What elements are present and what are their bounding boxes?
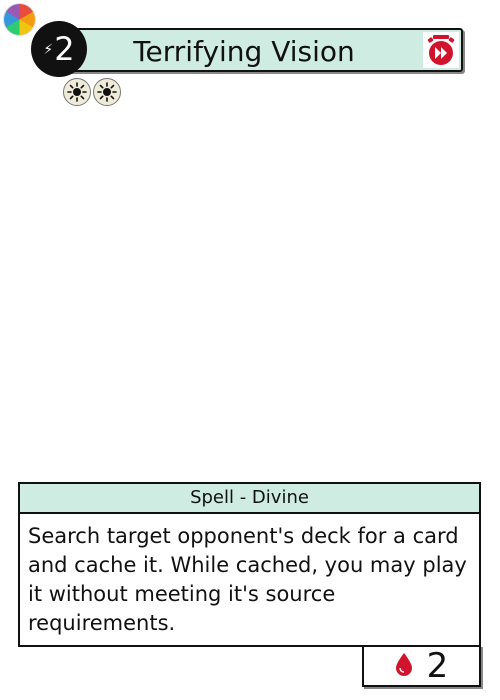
blood-drop-icon [395,652,413,680]
exhaust-timer-icon[interactable] [423,32,459,68]
card-rules-text: Search target opponent's deck for a card… [18,512,481,647]
card-type-line: Spell - Divine [18,482,481,514]
cost-badge: ⚡ 2 [31,21,87,77]
card-title: Terrifying Vision [133,35,355,68]
divine-sun-icon [63,78,91,106]
color-wheel-icon [4,4,35,35]
lightning-bolt-icon: ⚡ [43,42,54,58]
health-badge: 2 [362,645,481,687]
divine-sun-icon [93,78,121,106]
title-bar: Terrifying Vision [65,28,463,72]
cost-value: 2 [54,30,75,68]
source-requirements [63,78,121,106]
health-value: 2 [426,646,449,686]
